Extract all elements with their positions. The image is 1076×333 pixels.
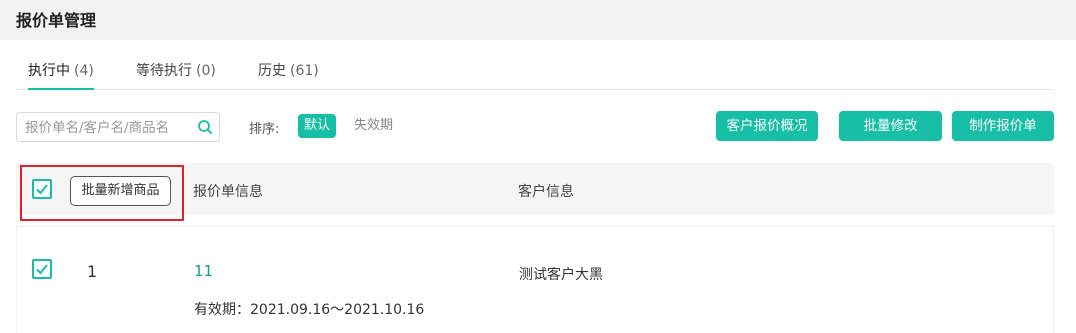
create-quote-button[interactable]: 制作报价单 xyxy=(952,111,1054,141)
sort-expiry-option[interactable]: 失效期 xyxy=(348,114,399,138)
check-icon xyxy=(36,264,48,275)
page-title: 报价单管理 xyxy=(16,11,97,30)
page-header: 报价单管理 xyxy=(0,0,1076,40)
batch-edit-button[interactable]: 批量修改 xyxy=(839,111,942,141)
customer-name: 测试客户大黑 xyxy=(519,267,603,283)
row-index: 1 xyxy=(87,262,98,281)
table-row: 1 11 有效期：2021.09.16～2021.10.16 测试客户大黑 xyxy=(16,226,1054,333)
sort-default-option[interactable]: 默认 xyxy=(298,114,337,138)
customer-overview-button[interactable]: 客户报价概况 xyxy=(716,111,818,141)
header-quote-info: 报价单信息 xyxy=(193,184,263,200)
tab-label: 历史 xyxy=(258,63,286,79)
highlight-box xyxy=(20,165,184,221)
tab-bar: 执行中 (4) 等待执行 (0) 历史 (61) xyxy=(16,50,1054,90)
search-icon[interactable] xyxy=(197,119,213,135)
row-checkbox[interactable] xyxy=(32,259,52,279)
sort-label: 排序: xyxy=(249,122,280,137)
quote-validity: 有效期：2021.09.16～2021.10.16 xyxy=(194,302,425,318)
header-customer-info: 客户信息 xyxy=(518,184,574,200)
tab-label: 等待执行 xyxy=(136,63,192,79)
quote-name-link[interactable]: 11 xyxy=(194,262,213,280)
search-input[interactable] xyxy=(25,118,191,137)
tab-label: 执行中 xyxy=(28,63,70,79)
tab-pending[interactable]: 等待执行 (0) xyxy=(136,60,216,90)
tab-count: (4) xyxy=(74,63,94,79)
tab-history[interactable]: 历史 (61) xyxy=(258,60,319,90)
tab-count: (0) xyxy=(196,63,216,79)
tab-count: (61) xyxy=(290,63,319,79)
search-box xyxy=(16,112,220,142)
tab-executing[interactable]: 执行中 (4) xyxy=(28,60,94,90)
